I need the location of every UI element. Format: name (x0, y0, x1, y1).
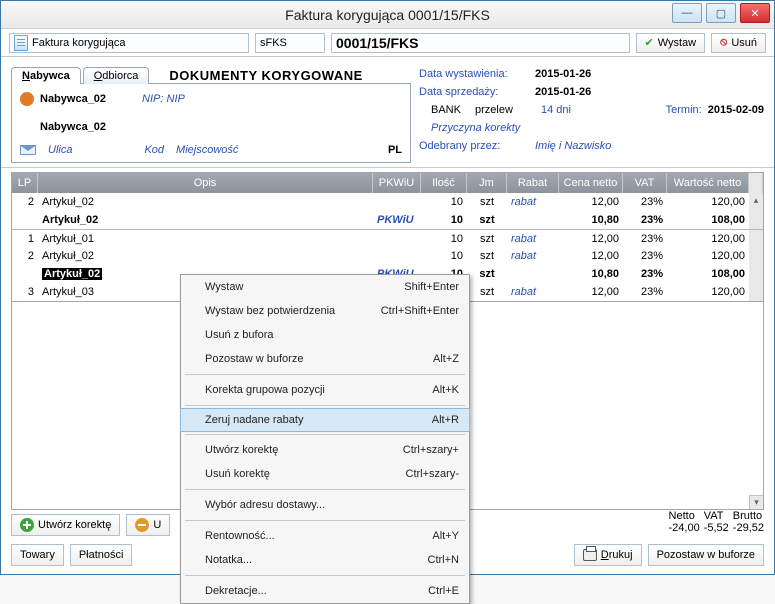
data-sprz[interactable]: 2015-01-26 (535, 86, 591, 98)
data-wyst[interactable]: 2015-01-26 (535, 68, 591, 80)
col-wartosc-netto[interactable]: Wartość netto (667, 173, 749, 193)
col-pkwiu[interactable]: PKWiU (373, 173, 421, 193)
usun-label: Usuń (731, 37, 757, 49)
plus-icon (20, 518, 34, 532)
series-field[interactable]: sFKS (255, 33, 325, 53)
tab-nabywca[interactable]: Nabywca (11, 67, 81, 84)
usun-button[interactable]: ⦸ Usuń (711, 33, 766, 53)
dokumenty-korygowane-header: DOKUMENTY KORYGOWANE (169, 68, 362, 83)
menu-item[interactable]: Wystaw bez potwierdzeniaCtrl+Shift+Enter (181, 299, 469, 323)
col-lp[interactable]: LP (12, 173, 38, 193)
usun-korekte-button[interactable]: U (126, 514, 170, 536)
brutto-label: Brutto (733, 510, 764, 522)
check-icon: ✔ (645, 36, 654, 49)
party-name2: Nabywca_02 (40, 121, 106, 133)
menu-item[interactable]: Notatka...Ctrl+N (181, 548, 469, 572)
data-sprz-label: Data sprzedaży: (419, 86, 529, 98)
delete-icon: ⦸ (720, 36, 727, 49)
towary-button[interactable]: Towary (11, 544, 64, 566)
brutto-value: -29,52 (733, 522, 764, 534)
col-ilosc[interactable]: Ilość (421, 173, 467, 193)
tab-odbiorca[interactable]: Odbiorca (83, 67, 150, 84)
doctype-label: Faktura korygująca (32, 37, 126, 49)
col-vat[interactable]: VAT (623, 173, 667, 193)
col-jm[interactable]: Jm (467, 173, 507, 193)
nip-field[interactable]: NIP: NIP (142, 93, 185, 105)
termin-val[interactable]: 2015-02-09 (708, 104, 764, 116)
doc-info: Data wystawienia: 2015-01-26 Data sprzeda… (419, 63, 764, 163)
envelope-icon (20, 145, 36, 155)
table-row[interactable]: 2Artykuł_0210sztrabat12,0023%120,00 (12, 247, 763, 265)
print-icon (583, 549, 597, 561)
table-row[interactable]: 2Artykuł_0210sztrabat12,0023%120,00 (12, 193, 763, 211)
odebrany-label: Odebrany przez: (419, 140, 529, 152)
netto-value: -24,00 (669, 522, 700, 534)
party-name[interactable]: Nabywca_02 (40, 93, 106, 105)
menu-item[interactable]: Utwórz korektęCtrl+szary+ (181, 438, 469, 462)
netto-label: Netto (669, 510, 700, 522)
party-box: Nabywca_02 NIP: NIP Nabywca_02 Ulica Kod… (11, 83, 411, 163)
odebrany-val[interactable]: Imię i Nazwisko (535, 140, 611, 152)
menu-item[interactable]: WystawShift+Enter (181, 275, 469, 299)
maximize-button[interactable]: ▢ (706, 3, 736, 23)
minus-icon (135, 518, 149, 532)
minimize-button[interactable]: — (672, 3, 702, 23)
person-icon (20, 92, 34, 106)
menu-item[interactable]: Pozostaw w buforzeAlt+Z (181, 347, 469, 371)
vat-value: -5,52 (704, 522, 729, 534)
city-field[interactable]: Miejscowość (176, 144, 238, 156)
menu-item[interactable]: Usuń korektęCtrl+szary- (181, 462, 469, 486)
drukuj-button[interactable]: Drukuj (574, 544, 642, 566)
scroll-up-icon[interactable]: ▴ (749, 193, 763, 207)
menu-item[interactable]: Korekta grupowa pozycjiAlt+K (181, 378, 469, 402)
grid-header: LP Opis PKWiU Ilość Jm Rabat Cena netto … (12, 173, 763, 193)
table-row[interactable]: 1Artykuł_0110sztrabat12,0023%120,00 (12, 229, 763, 247)
menu-item[interactable]: Usuń z bufora (181, 323, 469, 347)
bank-val[interactable]: BANK (419, 104, 469, 116)
vat-label: VAT (704, 510, 729, 522)
menu-item[interactable]: Dekretacje...Ctrl+E (181, 579, 469, 603)
data-wyst-label: Data wystawienia: (419, 68, 529, 80)
platnosci-button[interactable]: Płatności (70, 544, 133, 566)
menu-item[interactable]: Rentowność...Alt+Y (181, 524, 469, 548)
wystaw-label: Wystaw (658, 37, 696, 49)
close-button[interactable]: ✕ (740, 3, 770, 23)
doc-number-field[interactable]: 0001/15/FKS (331, 33, 630, 53)
scrollbar-header (749, 173, 763, 193)
titlebar: Faktura korygująca 0001/15/FKS — ▢ ✕ (1, 1, 774, 29)
toolbar: Faktura korygująca sFKS 0001/15/FKS ✔ Wys… (1, 29, 774, 57)
payment-type[interactable]: przelew (475, 104, 535, 116)
col-rabat[interactable]: Rabat (507, 173, 559, 193)
col-cena-netto[interactable]: Cena netto (559, 173, 623, 193)
przyczyna[interactable]: Przyczyna korekty (419, 122, 520, 134)
table-row[interactable]: Artykuł_02PKWiU10szt10,8023%108,00 (12, 211, 763, 229)
utworz-korekte-button[interactable]: Utwórz korektę (11, 514, 120, 536)
pozostaw-button[interactable]: Pozostaw w buforze (648, 544, 764, 566)
street-field[interactable]: Ulica (48, 144, 72, 156)
country-code[interactable]: PL (388, 144, 402, 156)
doctype-field[interactable]: Faktura korygująca (9, 33, 249, 53)
window-title: Faktura korygująca 0001/15/FKS (285, 7, 490, 23)
context-menu[interactable]: WystawShift+EnterWystaw bez potwierdzeni… (180, 274, 470, 604)
wystaw-button[interactable]: ✔ Wystaw (636, 33, 706, 53)
document-icon (14, 35, 28, 51)
col-opis[interactable]: Opis (38, 173, 373, 193)
scroll-down-icon[interactable]: ▾ (749, 495, 763, 509)
days-val[interactable]: 14 dni (541, 104, 571, 116)
postcode-field[interactable]: Kod (144, 144, 164, 156)
menu-item[interactable]: Wybór adresu dostawy... (181, 493, 469, 517)
menu-item[interactable]: Zeruj nadane rabatyAlt+R (180, 408, 470, 432)
termin-label: Termin: (666, 104, 702, 116)
